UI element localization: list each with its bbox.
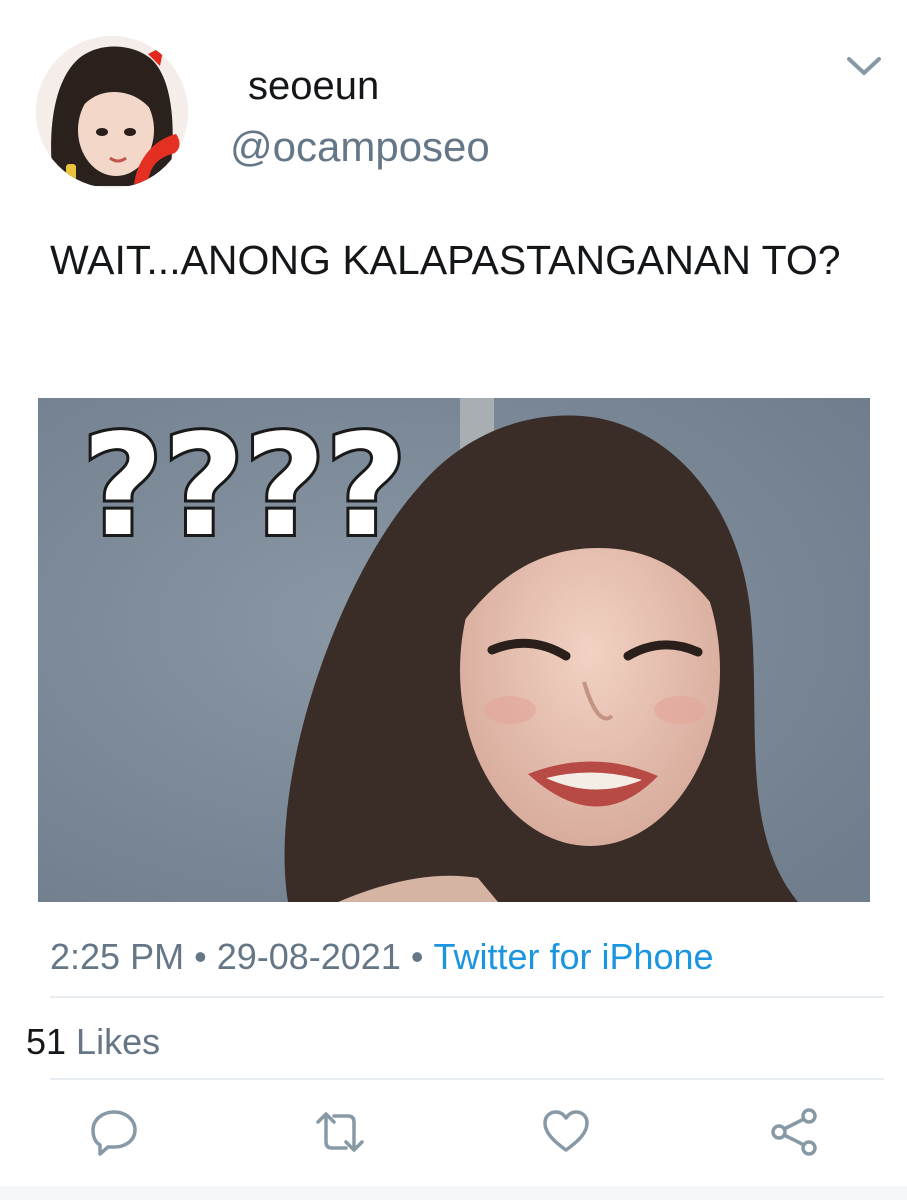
chevron-down-icon[interactable]: [846, 54, 882, 78]
tweet-image[interactable]: ????: [38, 398, 870, 902]
meta-separator: •: [410, 936, 424, 977]
tweet-text: WAIT...ANONG KALAPASTANGANAN TO?: [50, 237, 841, 283]
reply-button[interactable]: [86, 1104, 142, 1160]
reply-icon: [91, 1110, 137, 1156]
share-button[interactable]: [766, 1104, 822, 1160]
display-name[interactable]: seoeun: [248, 62, 379, 110]
meme-photo: ????: [38, 398, 870, 902]
share-icon: [771, 1108, 817, 1156]
retweet-button[interactable]: [312, 1104, 368, 1160]
like-button[interactable]: [538, 1104, 594, 1160]
heart-icon: [543, 1110, 589, 1152]
likes-count: 51: [26, 1021, 67, 1062]
bottom-edge: [0, 1186, 907, 1200]
likes-stat[interactable]: 51 Likes: [26, 1019, 160, 1065]
tweet-time: 2:25 PM: [50, 936, 185, 977]
tweet-date: 29-08-2021: [216, 936, 401, 977]
tweet-source-link[interactable]: Twitter for iPhone: [433, 936, 713, 977]
user-handle[interactable]: @ocamposeo: [230, 122, 490, 172]
divider: [50, 1078, 884, 1080]
meta-separator: •: [194, 936, 207, 977]
tweet-meta: 2:25 PM • 29-08-2021 • Twitter for iPhone: [50, 934, 714, 980]
question-marks-overlay: ????: [82, 405, 407, 568]
avatar-image: [36, 36, 188, 188]
divider: [50, 996, 884, 998]
likes-label: Likes: [76, 1021, 161, 1062]
avatar[interactable]: [36, 36, 188, 188]
retweet-icon: [316, 1112, 364, 1152]
